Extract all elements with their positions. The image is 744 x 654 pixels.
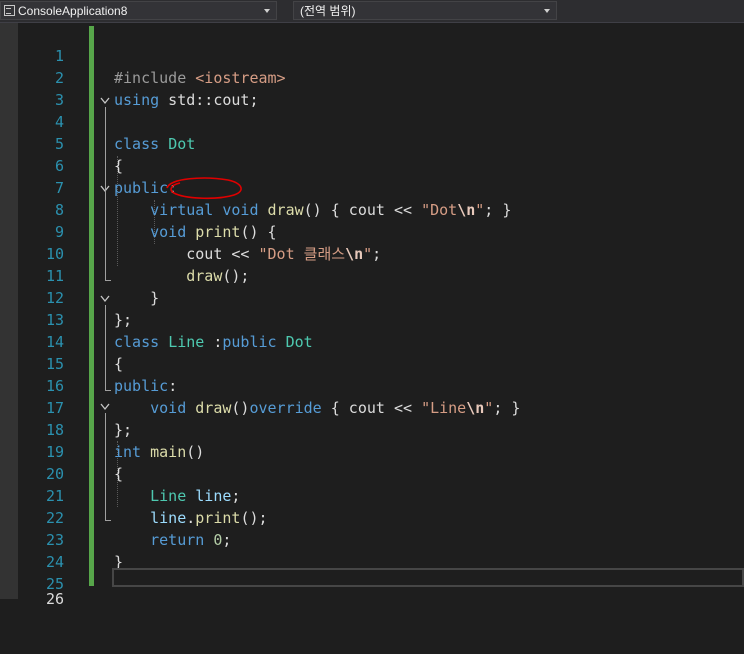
code-line[interactable]: 21 line.print(); — [18, 463, 744, 527]
code-line[interactable]: 24 — [18, 529, 744, 571]
code-line[interactable]: 19 { — [18, 419, 744, 483]
current-line-highlight — [112, 568, 744, 587]
code-line[interactable]: 14 { — [18, 309, 744, 373]
code-line[interactable]: 8 void print() { — [18, 177, 744, 241]
navigation-bar: ConsoleApplication8 (전역 범위) — [0, 0, 744, 23]
chevron-down-icon[interactable] — [544, 8, 550, 13]
code-line[interactable]: 7 virtual void draw() { cout << "Dot\n";… — [18, 155, 744, 219]
code-line[interactable]: 1 #include <iostream> — [18, 23, 744, 87]
code-line[interactable]: 3 — [18, 67, 744, 109]
code-line[interactable]: 20 Line line; — [18, 441, 744, 505]
project-dropdown-value: ConsoleApplication8 — [18, 3, 128, 18]
red-circle-annotation — [164, 174, 248, 206]
scope-dropdown[interactable]: (전역 범위) — [293, 1, 557, 20]
code-line[interactable]: 11 } — [18, 243, 744, 307]
code-line[interactable]: 6 public: — [18, 133, 744, 197]
code-line[interactable]: 2 using std::cout; — [18, 45, 744, 109]
line-number: 26 — [45, 590, 64, 608]
code-line[interactable]: 4 class Dot — [18, 89, 744, 153]
code-editor[interactable]: 1 #include <iostream> 2 using std::cout;… — [18, 23, 744, 608]
code-line[interactable]: 5 { — [18, 111, 744, 175]
code-line[interactable]: 9 cout << "Dot 클래스\n"; — [18, 199, 744, 263]
code-line[interactable]: 13 class Line :public Dot — [18, 287, 744, 351]
code-line[interactable]: 16 void draw()override { cout << "Line\n… — [18, 353, 744, 417]
code-line[interactable]: 10 draw(); — [18, 221, 744, 285]
glyph-margin[interactable] — [0, 23, 18, 599]
code-line[interactable]: 23 } — [18, 507, 744, 571]
chevron-down-icon[interactable] — [264, 8, 270, 13]
project-icon — [4, 5, 15, 16]
code-line[interactable]: 15 public: — [18, 331, 744, 395]
code-line[interactable]: 17 }; — [18, 375, 744, 439]
code-line[interactable]: 12 }; — [18, 265, 744, 329]
project-dropdown[interactable]: ConsoleApplication8 — [0, 1, 277, 20]
scope-dropdown-value: (전역 범위) — [300, 4, 356, 18]
code-line[interactable]: 18 int main() — [18, 397, 744, 461]
code-line[interactable]: 22 return 0; — [18, 485, 744, 549]
